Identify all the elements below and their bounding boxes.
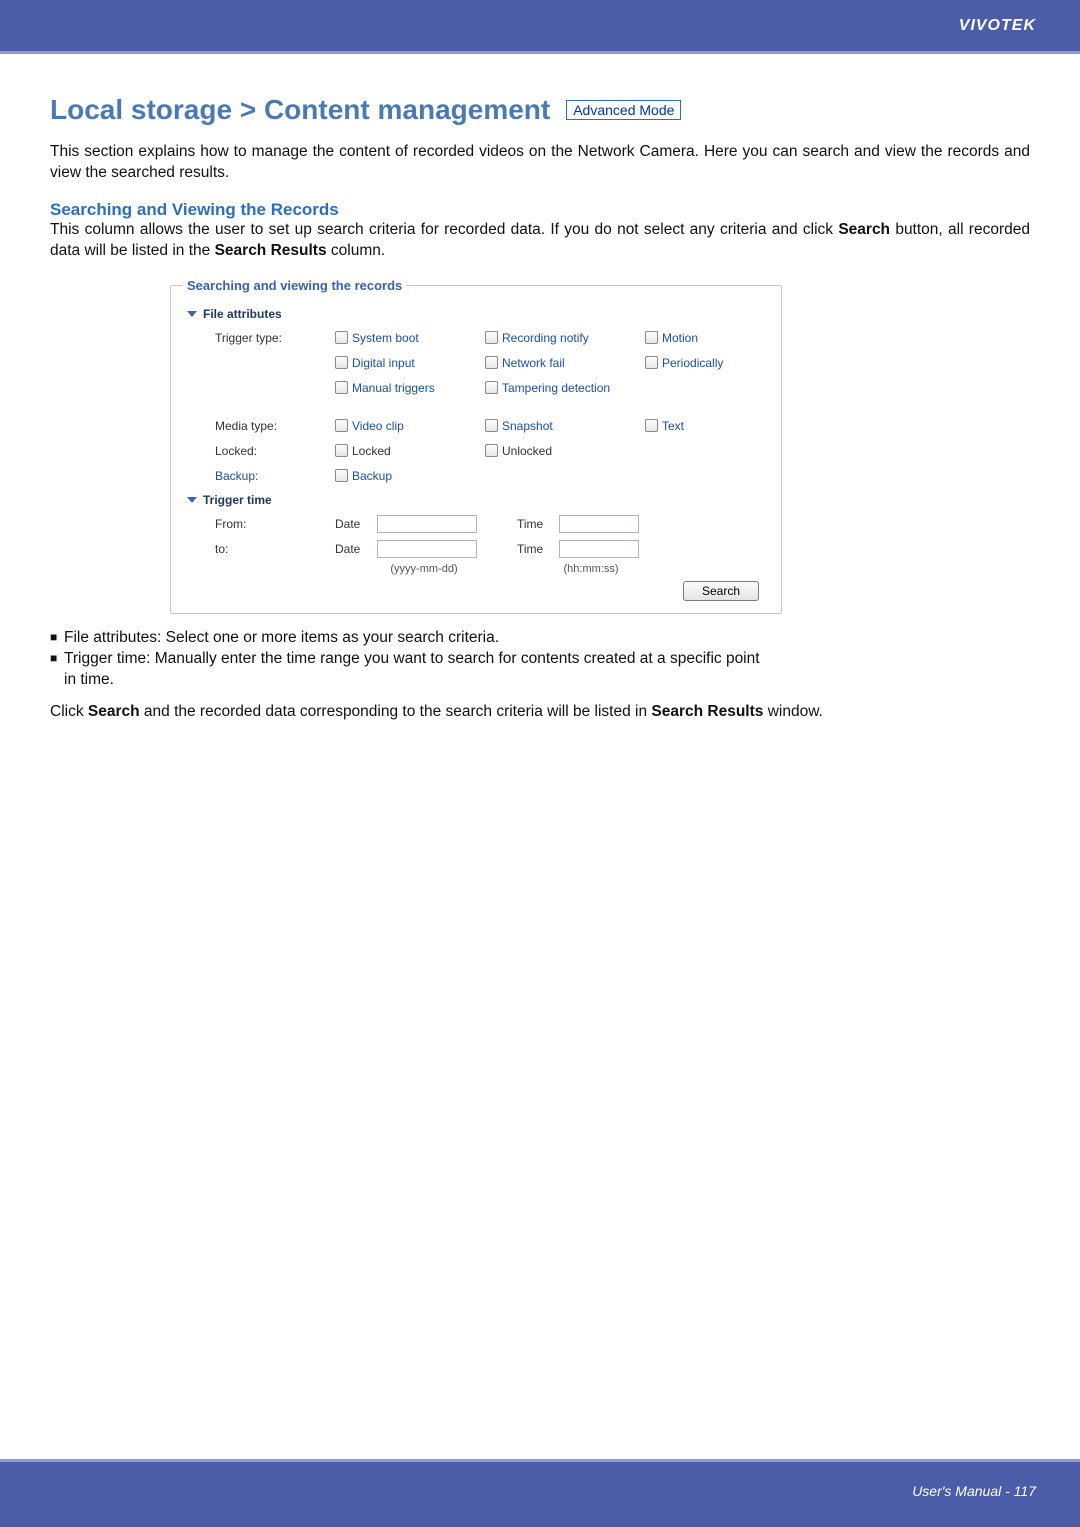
opt-digital-input: Digital input [352,356,415,370]
media-type-row: Media type: Video clip Snapshot Text [187,415,765,437]
lead-post: column. [327,242,386,259]
locked-row: Locked: Locked Unlocked [187,440,765,462]
trigger-type-row-1: Trigger type: System boot Recording noti… [187,327,765,349]
lead-bold-2: Search Results [215,242,327,259]
checkbox-system-boot[interactable] [335,331,348,344]
opt-video-clip: Video clip [352,419,404,433]
search-button[interactable]: Search [683,581,759,601]
closing-pre: Click [50,703,88,720]
to-row: to: Date Time [187,538,765,560]
trigger-type-row-2: Digital input Network fail Periodically [187,352,765,374]
checkbox-tampering-detection[interactable] [485,381,498,394]
checkbox-backup[interactable] [335,469,348,482]
section-heading-searching: Searching and Viewing the Records [50,200,1030,220]
intro-paragraph: This section explains how to manage the … [50,142,1030,184]
opt-tampering-detection: Tampering detection [502,381,610,395]
closing-paragraph: Click Search and the recorded data corre… [50,702,1030,723]
title-row: Local storage > Content management Advan… [50,94,1030,126]
closing-bold-1: Search [88,703,140,720]
opt-locked: Locked [352,444,391,458]
time-label-from: Time [517,517,553,531]
checkbox-locked[interactable] [335,444,348,457]
opt-manual-triggers: Manual triggers [352,381,435,395]
opt-unlocked: Unlocked [502,444,552,458]
advanced-mode-badge: Advanced Mode [566,100,681,120]
opt-text: Text [662,419,684,433]
file-attributes-header[interactable]: File attributes [187,307,765,321]
content-area: Local storage > Content management Advan… [0,54,1080,723]
fieldset-legend: Searching and viewing the records [183,278,406,293]
chevron-down-icon [187,311,197,317]
opt-recording-notify: Recording notify [502,331,589,345]
opt-backup: Backup [352,469,392,483]
panel-screenshot: Searching and viewing the records File a… [50,278,1030,614]
time-hint: (hh:mm:ss) [531,563,651,575]
date-hint: (yyyy-mm-dd) [345,563,503,575]
chevron-down-icon [187,497,197,503]
footer-text: User's Manual - 117 [912,1483,1036,1499]
to-time-input[interactable] [559,540,639,558]
trigger-type-label: Trigger type: [215,331,335,345]
opt-network-fail: Network fail [502,356,565,370]
checkbox-network-fail[interactable] [485,356,498,369]
bullet-trigger-time: ■ Trigger time: Manually enter the time … [50,649,1030,670]
from-time-input[interactable] [559,515,639,533]
lead-bold-1: Search [838,221,890,238]
date-label-from: Date [335,517,371,531]
to-date-input[interactable] [377,540,477,558]
media-type-label: Media type: [215,419,335,433]
checkbox-unlocked[interactable] [485,444,498,457]
search-fieldset: Searching and viewing the records File a… [170,278,782,614]
trigger-time-label: Trigger time [203,493,272,507]
checkbox-video-clip[interactable] [335,419,348,432]
trigger-type-row-3: Manual triggers Tampering detection [187,377,765,399]
closing-mid: and the recorded data corresponding to t… [140,703,652,720]
locked-label: Locked: [215,444,335,458]
backup-row: Backup: Backup [187,465,765,487]
date-label-to: Date [335,542,371,556]
section-lead: This column allows the user to set up se… [50,220,1030,262]
bullet-2-text-a: Trigger time: Manually enter the time ra… [64,649,1030,670]
checkbox-snapshot[interactable] [485,419,498,432]
checkbox-recording-notify[interactable] [485,331,498,344]
square-bullet-icon: ■ [50,649,64,670]
bullet-1-text: File attributes: Select one or more item… [64,628,1030,649]
trigger-time-header[interactable]: Trigger time [187,493,765,507]
page-title: Local storage > Content management [50,94,550,126]
closing-bold-2: Search Results [651,703,763,720]
hint-row: (yyyy-mm-dd) (hh:mm:ss) [187,563,765,575]
checkbox-periodically[interactable] [645,356,658,369]
brand-text: VIVOTEK [959,17,1036,35]
square-bullet-icon: ■ [50,628,64,649]
bullet-trigger-time-cont: in time. [50,670,1030,691]
to-label: to: [215,542,335,556]
bullet-list: ■ File attributes: Select one or more it… [50,628,1030,691]
file-attributes-label: File attributes [203,307,282,321]
page: VIVOTEK Local storage > Content manageme… [0,0,1080,1527]
opt-periodically: Periodically [662,356,723,370]
header-bar: VIVOTEK [0,0,1080,54]
opt-system-boot: System boot [352,331,419,345]
closing-post: window. [763,703,822,720]
time-label-to: Time [517,542,553,556]
from-date-input[interactable] [377,515,477,533]
checkbox-text[interactable] [645,419,658,432]
bullet-file-attributes: ■ File attributes: Select one or more it… [50,628,1030,649]
backup-label: Backup: [215,469,335,483]
checkbox-motion[interactable] [645,331,658,344]
checkbox-digital-input[interactable] [335,356,348,369]
from-label: From: [215,517,335,531]
lead-pre: This column allows the user to set up se… [50,221,838,238]
opt-motion: Motion [662,331,698,345]
bullet-2-text-b: in time. [64,670,1030,691]
checkbox-manual-triggers[interactable] [335,381,348,394]
opt-snapshot: Snapshot [502,419,553,433]
from-row: From: Date Time [187,513,765,535]
button-row: Search [187,581,765,601]
